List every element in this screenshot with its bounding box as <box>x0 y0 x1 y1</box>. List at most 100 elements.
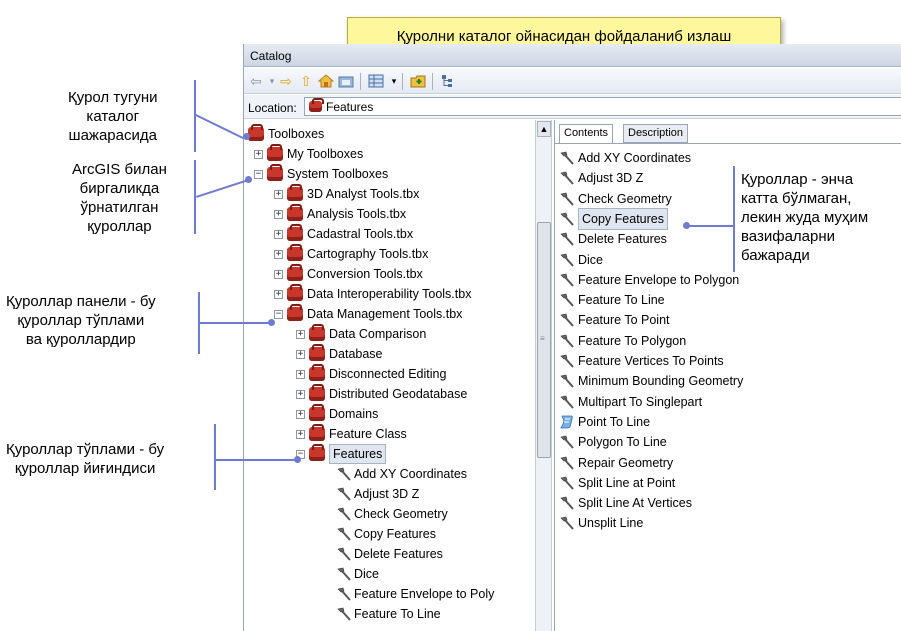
contents-item[interactable]: Adjust 3D Z <box>559 168 643 188</box>
tool-hammer-icon <box>559 334 578 348</box>
tree-row[interactable]: + Cartography Tools.tbx <box>274 244 428 264</box>
tree-scrollbar[interactable]: ▲ ≡ <box>535 120 552 631</box>
tool-hammer-icon <box>559 496 578 510</box>
expand-icon[interactable]: + <box>274 229 283 239</box>
tree-row[interactable]: − System Toolboxes <box>254 164 388 184</box>
new-folder-icon[interactable] <box>410 73 426 89</box>
toolbox-icon <box>287 204 303 221</box>
toolbox-icon <box>267 164 283 181</box>
tree-row[interactable]: + Feature Class <box>296 424 407 444</box>
tree-row[interactable]: + Analysis Tools.tbx <box>274 204 406 224</box>
tree-row[interactable]: Add XY Coordinates <box>336 464 467 484</box>
tree-row[interactable]: Toolboxes <box>248 124 324 144</box>
tree-item-label: Data Comparison <box>329 327 427 341</box>
tree-row[interactable]: + Distributed Geodatabase <box>296 384 467 404</box>
tree-row[interactable]: Dice <box>336 564 379 584</box>
callout-connector <box>196 179 249 198</box>
tree-item-label: Check Geometry <box>354 507 448 521</box>
contents-item[interactable]: Point To Line <box>559 412 650 432</box>
tool-hammer-icon <box>559 192 578 206</box>
contents-item[interactable]: Split Line At Vertices <box>559 493 692 513</box>
expand-icon[interactable]: + <box>274 209 283 219</box>
tree-row[interactable]: Delete Features <box>336 544 443 564</box>
view-dropdown-icon[interactable]: ▾ <box>386 73 402 89</box>
contents-item[interactable]: Feature To Line <box>559 290 665 310</box>
contents-item-label: Point To Line <box>578 414 651 429</box>
tree-view-icon[interactable] <box>440 73 456 89</box>
collapse-icon[interactable]: − <box>274 309 283 319</box>
contents-item-label: Delete Features <box>578 232 667 247</box>
contents-item[interactable]: Dice <box>559 250 603 270</box>
contents-item[interactable]: Delete Features <box>559 229 667 249</box>
contents-item[interactable]: Minimum Bounding Geometry <box>559 371 743 391</box>
back-icon[interactable]: ⇦ <box>248 73 264 89</box>
expand-icon[interactable]: + <box>254 149 263 159</box>
toolbar-separator <box>402 73 403 90</box>
tree-item-label: Feature Class <box>329 427 407 441</box>
contents-item[interactable]: Polygon To Line <box>559 432 667 452</box>
contents-item[interactable]: Feature To Point <box>559 310 670 330</box>
expand-icon[interactable]: + <box>296 329 305 339</box>
tree-item-label: Database <box>329 347 383 361</box>
callout-dot <box>683 222 690 229</box>
expand-icon[interactable]: + <box>296 389 305 399</box>
expand-icon[interactable]: + <box>296 349 305 359</box>
contents-item[interactable]: Add XY Coordinates <box>559 148 691 168</box>
title-callout-text: Қуролни каталог ойнасидан фойдаланиб изл… <box>396 27 732 45</box>
contents-item-label: Feature To Line <box>578 293 665 308</box>
collapse-icon[interactable]: − <box>254 169 263 179</box>
expand-icon[interactable]: + <box>274 189 283 199</box>
contents-item[interactable]: Repair Geometry <box>559 453 673 473</box>
tree-row[interactable]: Feature Envelope to Poly <box>336 584 494 604</box>
expand-icon[interactable]: + <box>274 269 283 279</box>
contents-item[interactable]: Split Line at Point <box>559 473 675 493</box>
contents-item[interactable]: Feature Envelope to Polygon <box>559 270 739 290</box>
contents-item[interactable]: Check Geometry <box>559 189 672 209</box>
tree-row[interactable]: + Conversion Tools.tbx <box>274 264 423 284</box>
tree-item-label: Features <box>329 444 387 464</box>
contents-item[interactable]: Unsplit Line <box>559 513 643 533</box>
tree-row[interactable]: − Data Management Tools.tbx <box>274 304 462 324</box>
forward-icon[interactable]: ⇨ <box>278 73 294 89</box>
catalog-toolbar: ⇦ ▾ ⇨ ⇧ ▾ <box>244 68 901 94</box>
tree-row[interactable]: + Disconnected Editing <box>296 364 446 384</box>
expand-icon[interactable]: + <box>296 429 305 439</box>
tab-contents[interactable]: Contents <box>559 124 614 144</box>
home-folder-icon[interactable] <box>317 73 335 89</box>
location-field[interactable]: Features <box>304 97 901 116</box>
contents-item[interactable]: Copy Features <box>559 207 668 230</box>
tree-row[interactable]: + My Toolboxes <box>254 144 363 164</box>
location-bar: Location: Features <box>244 95 901 119</box>
tree-row[interactable]: − Features <box>296 444 387 464</box>
tree-row[interactable]: + Cadastral Tools.tbx <box>274 224 413 244</box>
contents-item-label: Dice <box>578 252 604 267</box>
tree-row[interactable]: + Database <box>296 344 383 364</box>
expand-icon[interactable]: + <box>274 249 283 259</box>
expand-icon[interactable]: + <box>296 369 305 379</box>
contents-item-label: Feature Vertices To Points <box>578 354 724 368</box>
tree-row[interactable]: Check Geometry <box>336 504 448 524</box>
callout-line: бажаради <box>741 247 810 264</box>
expand-icon[interactable]: + <box>274 289 283 299</box>
contents-item-label: Unsplit Line <box>578 516 644 531</box>
up-folder-icon[interactable]: ⇧ <box>298 73 314 89</box>
expand-icon[interactable]: + <box>296 409 305 419</box>
script-tool-icon <box>559 415 578 429</box>
view-grid-icon[interactable] <box>368 73 384 89</box>
contents-item[interactable]: Feature To Polygon <box>559 331 686 351</box>
callout-line: ArcGIS билан <box>72 161 167 178</box>
contents-item[interactable]: Multipart To Singlepart <box>559 392 702 412</box>
connect-folder-icon[interactable] <box>338 73 354 89</box>
tree-row[interactable]: +3D Analyst Tools.tbx <box>274 184 419 204</box>
scroll-up-button[interactable]: ▲ <box>537 121 551 137</box>
tree-row[interactable]: + Domains <box>296 404 378 424</box>
toolbar-separator <box>432 73 433 90</box>
contents-item[interactable]: Feature Vertices To Points <box>559 351 724 371</box>
toolbox-icon <box>287 224 303 241</box>
tree-row[interactable]: Adjust 3D Z <box>336 484 419 504</box>
tree-row[interactable]: Copy Features <box>336 524 436 544</box>
tab-description[interactable]: Description <box>623 124 689 143</box>
tree-row[interactable]: + Data Interoperability Tools.tbx <box>274 284 471 304</box>
tree-row[interactable]: Feature To Line <box>336 604 441 624</box>
tree-row[interactable]: + Data Comparison <box>296 324 426 344</box>
